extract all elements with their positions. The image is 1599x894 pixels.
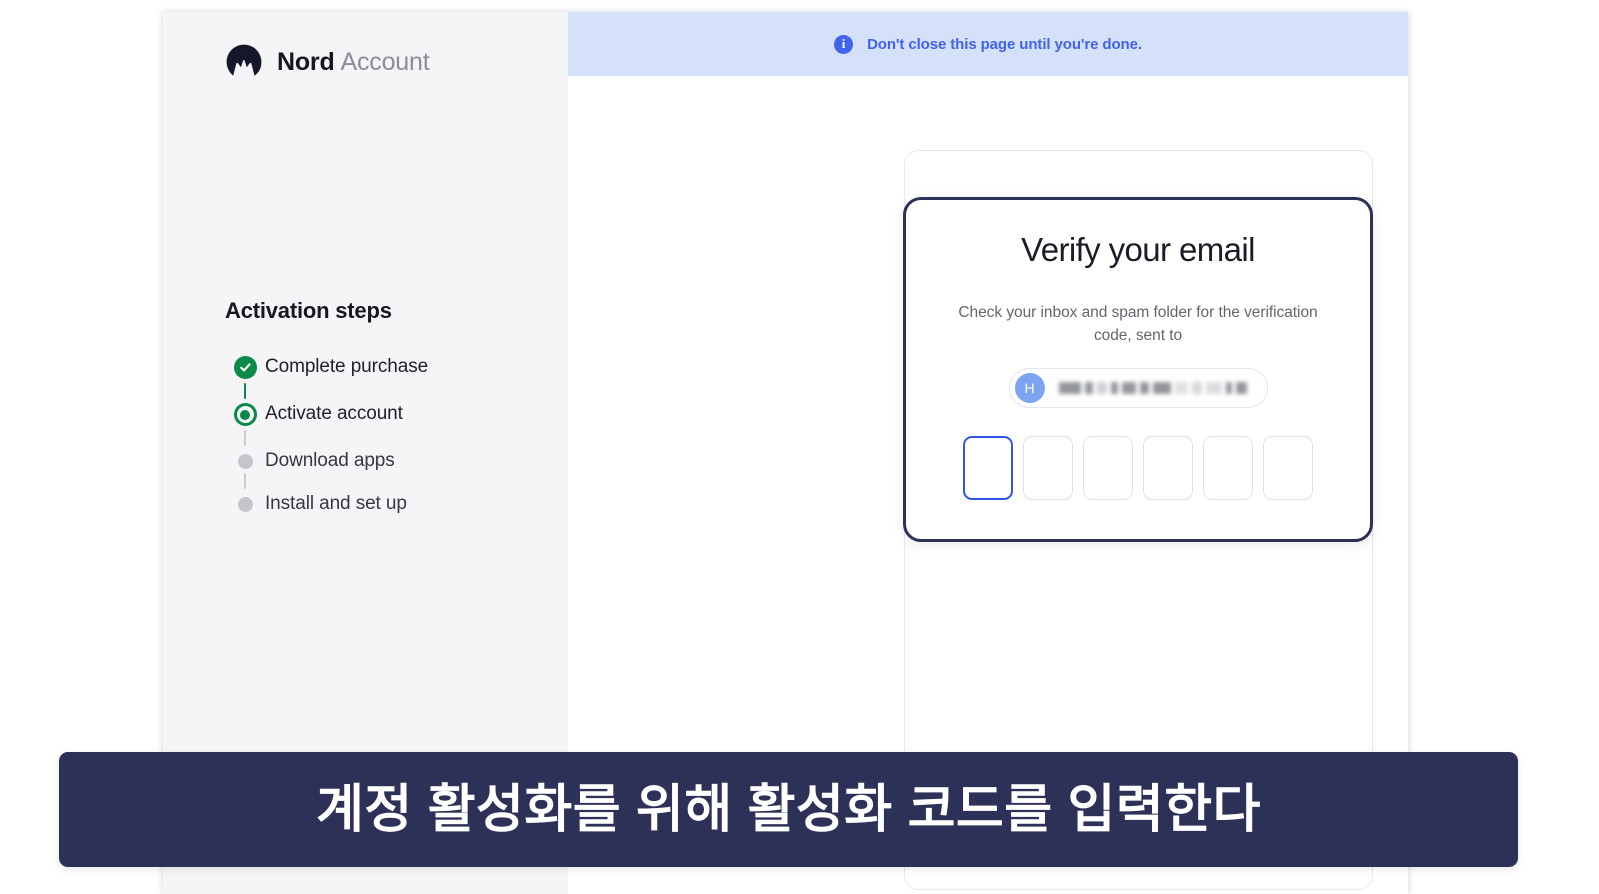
nord-mountain-logo-icon	[226, 44, 262, 76]
info-circle-icon: i	[834, 34, 854, 54]
otp-input-group[interactable]	[963, 436, 1313, 501]
step-item-complete-purchase: Complete purchase	[225, 356, 545, 403]
otp-input-2[interactable]	[1023, 436, 1073, 501]
activation-steps-title: Activation steps	[225, 298, 392, 323]
brand-logo[interactable]: Nord Account	[225, 43, 430, 81]
step-indicator-column	[225, 493, 265, 512]
step-connector	[244, 430, 246, 446]
step-item-install-and-set-up: Install and set up	[225, 493, 545, 515]
step-indicator-column	[225, 403, 265, 450]
caption-text: 계정 활성화를 위해 활성화 코드를 입력한다	[316, 780, 1261, 839]
notice-banner: i Don't close this page until you're don…	[568, 12, 1408, 76]
activation-steps: Activation steps Complete purchase Activ…	[225, 298, 545, 515]
brand-text: Nord Account	[277, 47, 430, 76]
step-label: Activate account	[265, 403, 403, 424]
verify-email-card: Verify your email Check your inbox and s…	[903, 197, 1373, 542]
brand-name-primary: Nord	[277, 47, 335, 76]
step-label: Install and set up	[265, 493, 407, 514]
step-label: Complete purchase	[265, 356, 429, 377]
step-connector	[244, 383, 246, 399]
step-item-download-apps: Download apps	[225, 450, 545, 493]
check-circle-icon	[233, 356, 257, 379]
otp-input-3[interactable]	[1083, 436, 1133, 501]
pending-step-dot-icon	[237, 454, 253, 469]
step-label: Download apps	[265, 450, 395, 471]
otp-input-5[interactable]	[1203, 436, 1253, 501]
current-step-radio-icon	[233, 403, 257, 426]
brand-name-secondary: Account	[340, 47, 430, 76]
otp-input-6[interactable]	[1263, 436, 1313, 501]
otp-input-1[interactable]	[963, 436, 1013, 501]
caption-overlay: 계정 활성화를 위해 활성화 코드를 입력한다	[59, 752, 1518, 867]
redacted-email-address	[1058, 381, 1251, 395]
email-address-pill: H	[1008, 368, 1268, 409]
page-title: Verify your email	[1021, 231, 1255, 268]
step-indicator-column	[225, 356, 265, 403]
step-connector	[244, 473, 246, 489]
pending-step-dot-icon	[237, 497, 253, 512]
notice-banner-text: Don't close this page until you're done.	[867, 35, 1142, 53]
avatar: H	[1014, 373, 1045, 404]
otp-input-4[interactable]	[1143, 436, 1193, 501]
step-indicator-column	[225, 450, 265, 493]
step-item-activate-account: Activate account	[225, 403, 545, 450]
verify-instructions: Check your inbox and spam folder for the…	[958, 304, 1318, 345]
